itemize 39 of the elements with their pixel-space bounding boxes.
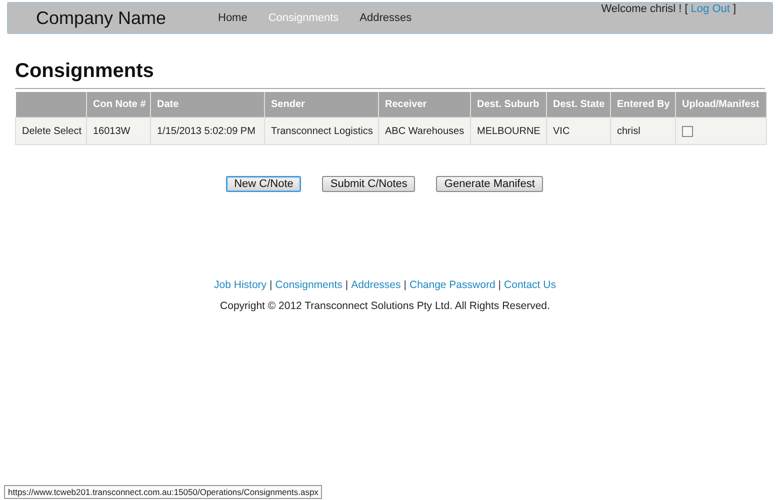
- bracket: [: [684, 3, 688, 15]
- action-button[interactable]: New C/Note: [226, 176, 302, 192]
- table-cell: ABC Warehouses: [378, 118, 470, 144]
- company-name: Company Name: [36, 8, 168, 29]
- column-header: Upload/Manifest: [676, 92, 766, 118]
- column-header: Dest. State: [546, 92, 610, 118]
- footer-link[interactable]: Contact Us: [504, 279, 556, 291]
- delete-select-link[interactable]: Delete Select: [16, 118, 86, 144]
- table-cell: MELBOURNE: [470, 118, 546, 144]
- table-cell: 16013W: [86, 118, 150, 144]
- column-header: Date: [150, 92, 264, 118]
- footer-link[interactable]: Addresses: [351, 279, 401, 291]
- copyright-text: Copyright © 2012 Transconnect Solutions Pty Ltd. All Rights Reserved.: [219, 300, 551, 312]
- action-button[interactable]: Submit C/Notes: [322, 176, 416, 192]
- footer-link[interactable]: Change Password: [409, 279, 496, 291]
- table-cell: 1/15/2013 5:02:09 PM: [150, 118, 264, 144]
- action-button[interactable]: Generate Manifest: [436, 176, 543, 192]
- footer-link[interactable]: Consignments: [275, 279, 342, 291]
- separator: |: [345, 279, 348, 291]
- nav-link[interactable]: Addresses: [360, 12, 412, 24]
- table-cell: Transconnect Logistics: [264, 118, 378, 144]
- footer-link[interactable]: Job History: [214, 279, 267, 291]
- status-url: https://www.tcweb201.transconnect.com.au:15050/Operations/Consignments.aspx: [4, 485, 322, 499]
- log-out-link[interactable]: Log Out: [690, 3, 730, 15]
- table-cell: chrisl: [610, 118, 676, 144]
- nav-link[interactable]: Home: [218, 12, 248, 24]
- bracket: ]: [732, 3, 736, 15]
- separator: |: [404, 279, 406, 291]
- column-header: Dest. Suburb: [470, 92, 546, 118]
- separator: |: [498, 279, 502, 291]
- page-title: Consignments: [15, 60, 765, 89]
- column-header: Receiver: [378, 92, 470, 118]
- separator: |: [270, 279, 272, 291]
- column-header: Entered By: [610, 92, 676, 118]
- column-header: Sender: [264, 92, 378, 118]
- upload-checkbox[interactable]: [682, 126, 693, 138]
- welcome-text: Welcome chrisl !: [601, 3, 682, 15]
- column-header: Con Note #: [86, 92, 150, 118]
- table-cell: VIC: [546, 118, 610, 144]
